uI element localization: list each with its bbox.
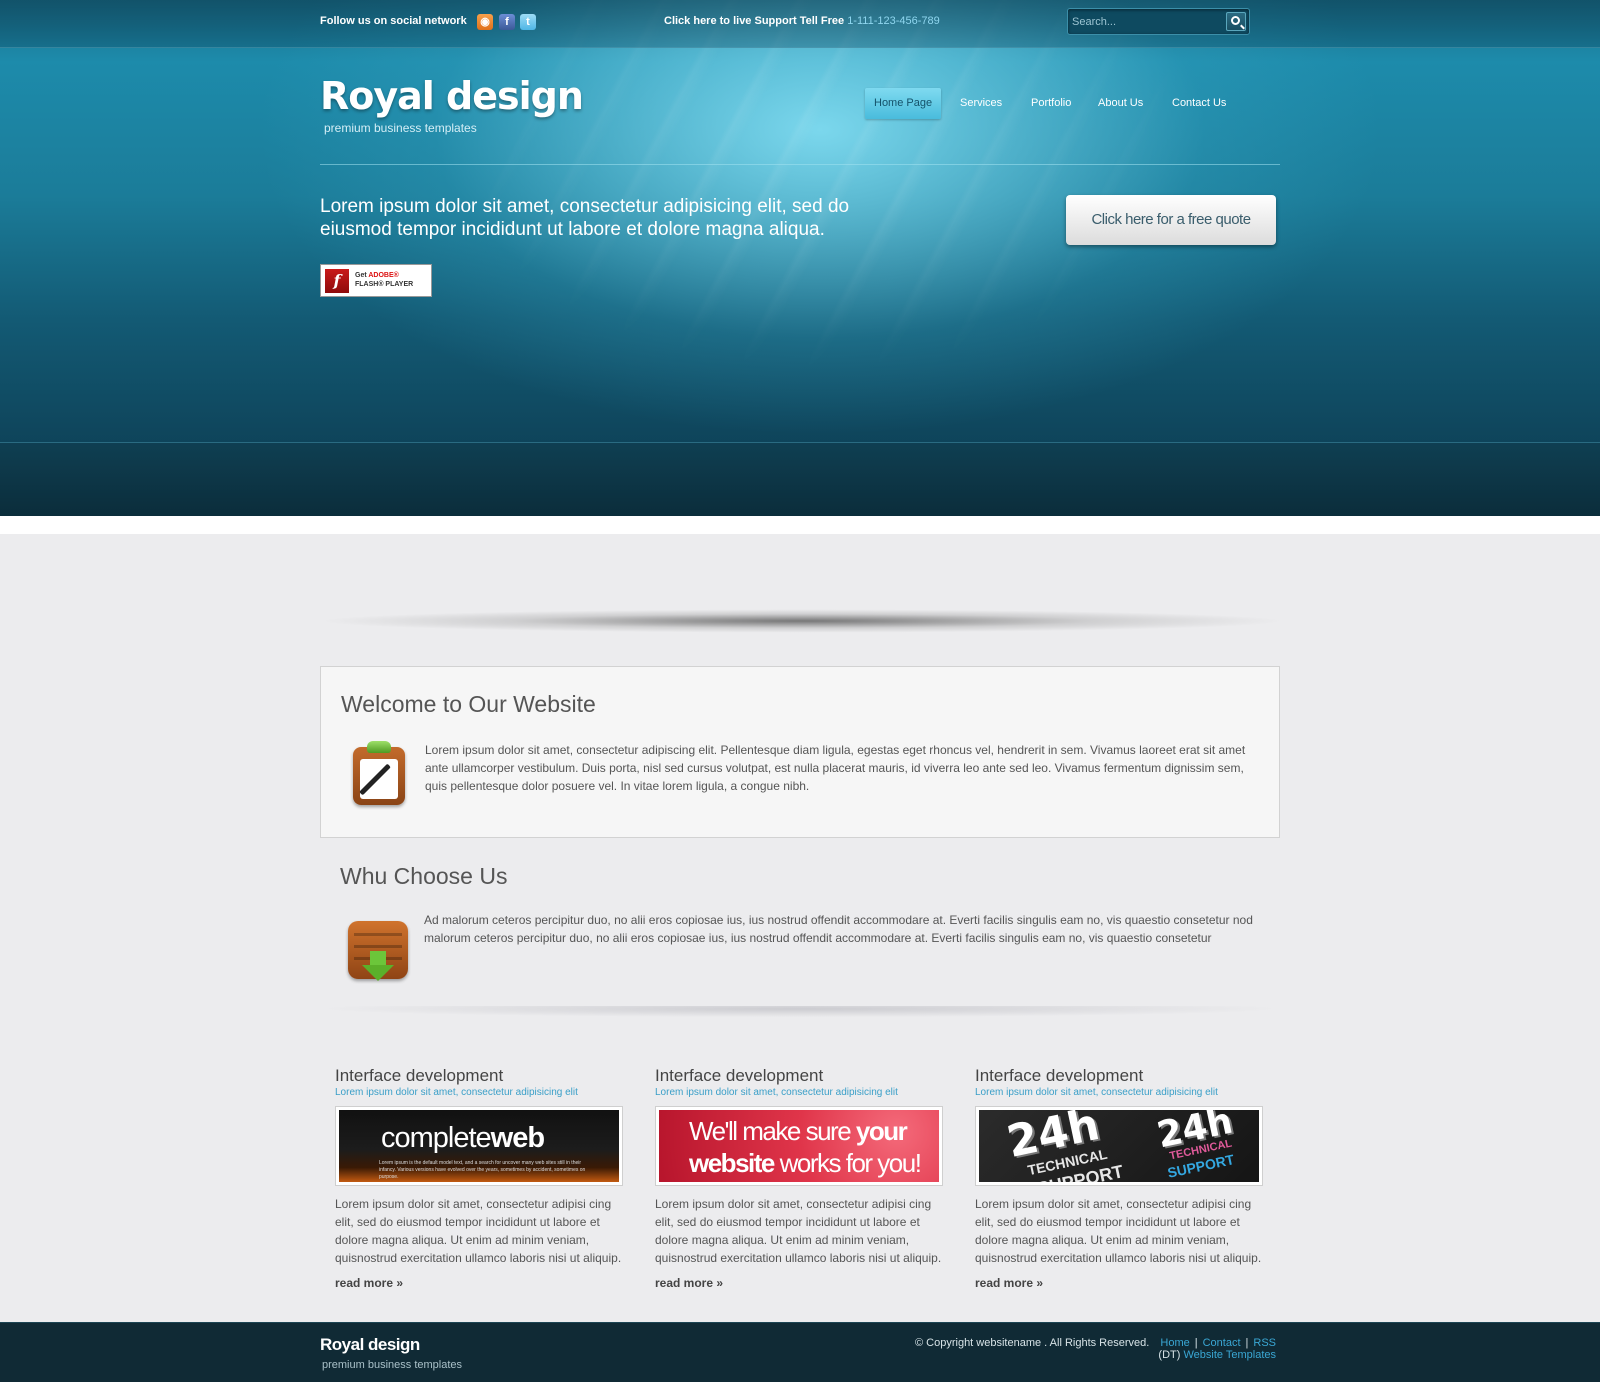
footer-tagline: premium business templates — [322, 1359, 463, 1371]
read-more-link[interactable]: read more » — [655, 1276, 945, 1290]
banner-line-1: We'll make sure your — [689, 1116, 908, 1147]
facebook-icon[interactable]: f — [499, 14, 515, 30]
support-line[interactable]: Click here to live Support Tell Free 1-1… — [664, 15, 940, 27]
search-input[interactable] — [1072, 13, 1217, 31]
top-bar: Follow us on social network ◉ f t Click … — [0, 0, 1600, 48]
download-crate-icon — [348, 921, 408, 981]
banner-line-2-bold: website — [689, 1148, 775, 1178]
banner-line-2-regular: works for you! — [779, 1148, 922, 1178]
footer-link-contact[interactable]: Contact — [1203, 1337, 1241, 1349]
why-choose-us-title: Whu Choose Us — [340, 863, 508, 889]
feature-image-frame[interactable]: We'll make sure your website works for y… — [655, 1106, 943, 1186]
search-button[interactable] — [1226, 12, 1246, 31]
header-dark-band — [0, 442, 1600, 516]
flash-badge-text: Get ADOBE® FLASH® PLAYER — [355, 271, 425, 289]
banner-line-1-bold: your — [855, 1116, 908, 1146]
site-header: Follow us on social network ◉ f t Click … — [0, 0, 1600, 534]
welcome-title: Welcome to Our Website — [341, 691, 596, 717]
nav-portfolio[interactable]: Portfolio — [1022, 88, 1080, 119]
footer-link-website-templates[interactable]: Website Templates — [1183, 1349, 1276, 1361]
banner-line-2: website works for you! — [689, 1148, 922, 1179]
feature-text: Lorem ipsum dolor sit amet, consectetur … — [655, 1197, 942, 1265]
footer-link-home[interactable]: Home — [1160, 1337, 1189, 1349]
flash-get-label: Get — [355, 272, 367, 279]
website-works-banner: We'll make sure your website works for y… — [659, 1110, 939, 1182]
search-icon — [1231, 16, 1240, 25]
nav-contact-us[interactable]: Contact Us — [1163, 88, 1235, 119]
feature-text: Lorem ipsum dolor sit amet, consectetur … — [335, 1197, 622, 1265]
nav-home-page[interactable]: Home Page — [865, 88, 942, 119]
feature-subtitle: Lorem ipsum dolor sit amet, consectetur … — [335, 1087, 578, 1098]
copyright-text: © Copyright websitename . All Rights Res… — [915, 1337, 1150, 1349]
flash-brand-label: ADOBE® — [368, 272, 399, 279]
nav-about-us[interactable]: About Us — [1089, 88, 1152, 119]
search-box — [1067, 8, 1250, 35]
site-footer: Royal design premium business templates … — [0, 1322, 1600, 1382]
follow-label: Follow us on social network — [320, 15, 467, 27]
feature-subtitle: Lorem ipsum dolor sit amet, consectetur … — [655, 1087, 898, 1098]
clipboard-icon — [353, 741, 405, 805]
site-tagline: premium business templates — [324, 121, 477, 135]
banner-headline-regular: complete — [381, 1122, 492, 1154]
read-more-link[interactable]: read more » — [975, 1276, 1265, 1290]
technical-support-banner: 24h TECHNICAL SUPPORT 24h TECHNICAL SUPP… — [979, 1110, 1259, 1182]
support-label: Click here to live Support Tell Free — [664, 15, 845, 27]
welcome-section: Welcome to Our Website Lorem ipsum dolor… — [320, 666, 1280, 838]
feature-title: Interface development — [335, 1066, 504, 1085]
banner-headline: completeweb — [381, 1122, 545, 1155]
feature-image-frame[interactable]: 24h TECHNICAL SUPPORT 24h TECHNICAL SUPP… — [975, 1106, 1263, 1186]
feature-text: Lorem ipsum dolor sit amet, consectetur … — [975, 1197, 1262, 1265]
footer-link-rss[interactable]: RSS — [1253, 1337, 1276, 1349]
why-choose-us-text: Ad malorum ceteros percipitur duo, no al… — [424, 913, 1253, 945]
welcome-text: Lorem ipsum dolor sit amet, consectetur … — [425, 743, 1246, 793]
flash-player-label: FLASH® PLAYER — [355, 281, 414, 288]
feature-image-frame[interactable]: completeweb Lorem ipsum is the default m… — [335, 1106, 623, 1186]
credit-prefix: (DT) — [1158, 1349, 1181, 1361]
banner-caption: Lorem ipsum is the default model text, a… — [379, 1160, 586, 1180]
hero-intro-text: Lorem ipsum dolor sit amet, consectetur … — [320, 196, 850, 240]
read-more-link[interactable]: read more » — [335, 1276, 625, 1290]
free-quote-button[interactable]: Click here for a free quote — [1066, 195, 1276, 245]
nav-services[interactable]: Services — [951, 88, 1011, 119]
feature-title: Interface development — [975, 1066, 1144, 1085]
header-white-strip — [0, 516, 1600, 534]
feature-title: Interface development — [655, 1066, 824, 1085]
header-divider — [320, 164, 1280, 165]
site-logo[interactable]: Royal design — [320, 74, 584, 118]
footer-copyright-block: © Copyright websitename . All Rights Res… — [915, 1337, 1276, 1361]
support-phone: 1-111-123-456-789 — [847, 15, 940, 27]
content-shadow-bar — [322, 608, 1282, 634]
complete-web-banner: completeweb Lorem ipsum is the default m… — [339, 1110, 619, 1182]
get-flash-player-badge[interactable]: f Get ADOBE® FLASH® PLAYER — [320, 264, 432, 297]
feature-column-3: Interface development Lorem ipsum dolor … — [975, 1066, 1265, 1290]
banner-line-1-regular: We'll make sure — [689, 1116, 852, 1146]
flash-icon: f — [325, 269, 349, 293]
feature-column-2: Interface development Lorem ipsum dolor … — [655, 1066, 945, 1290]
banner-headline-bold: web — [490, 1122, 545, 1154]
footer-logo[interactable]: Royal design — [320, 1335, 420, 1355]
feature-column-1: Interface development Lorem ipsum dolor … — [335, 1066, 625, 1290]
section-divider — [320, 1006, 1280, 1020]
rss-icon[interactable]: ◉ — [477, 14, 493, 30]
feature-subtitle: Lorem ipsum dolor sit amet, consectetur … — [975, 1087, 1218, 1098]
twitter-icon[interactable]: t — [520, 14, 536, 30]
